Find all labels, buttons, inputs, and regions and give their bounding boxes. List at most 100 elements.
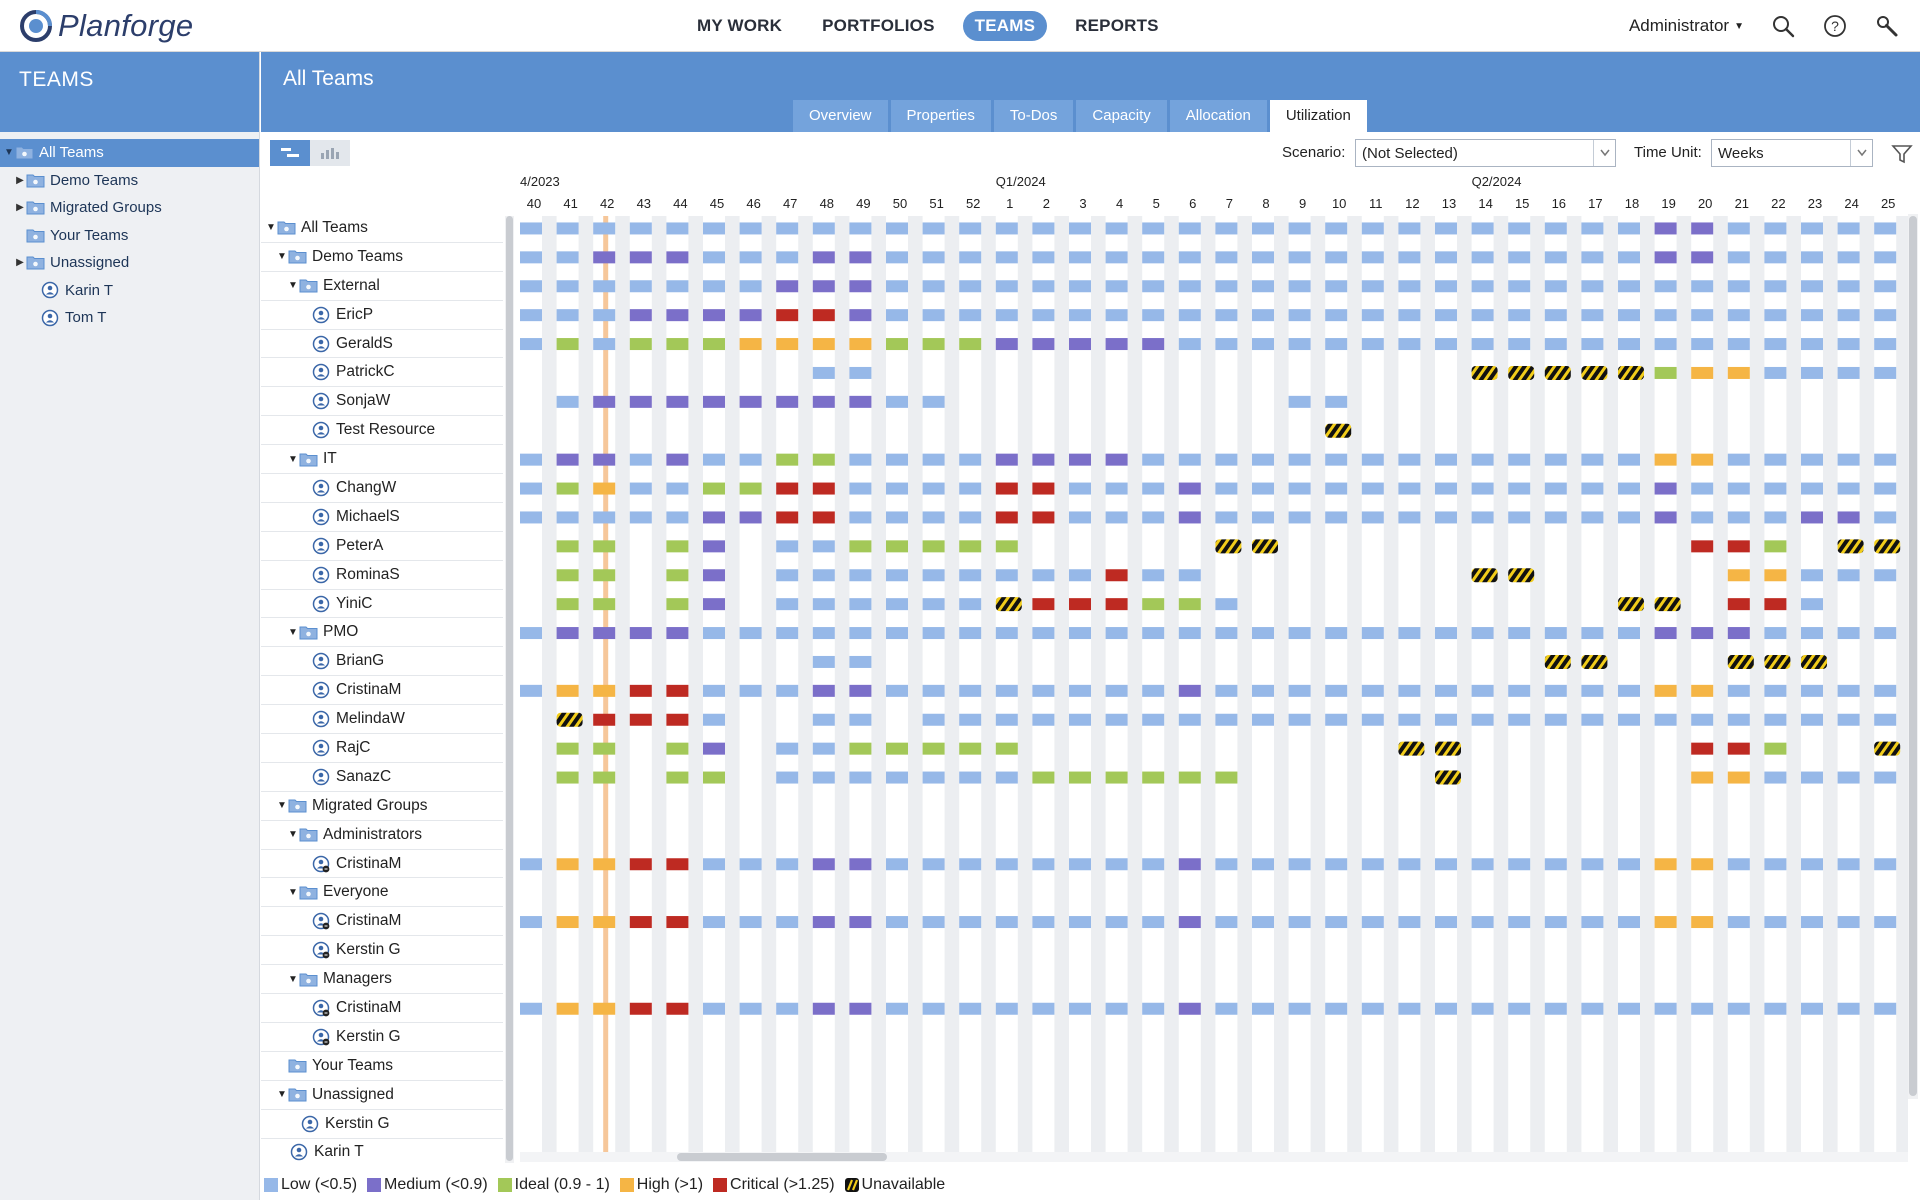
tree-row-briang[interactable]: BrianG xyxy=(261,647,503,677)
tree-row-karin-t[interactable]: Karin T xyxy=(261,1139,503,1165)
tab-overview[interactable]: Overview xyxy=(793,100,888,132)
expand-right-icon[interactable]: ▶ xyxy=(14,257,26,268)
tree-row-patrickc[interactable]: PatrickC xyxy=(261,358,503,388)
wrench-icon[interactable] xyxy=(1874,13,1900,39)
utilization-cell xyxy=(703,771,725,784)
tree-row-rajc[interactable]: RajC xyxy=(261,734,503,763)
sidebar-item-tom-t[interactable]: Tom T xyxy=(0,304,259,332)
tab-utilization[interactable]: Utilization xyxy=(1269,100,1367,132)
tree-row-cristinam[interactable]: CristinaM xyxy=(261,907,503,937)
planforge-logo[interactable]: Planforge xyxy=(18,8,193,44)
nav-portfolios[interactable]: PORTFOLIOS xyxy=(810,11,947,41)
tab-allocation[interactable]: Allocation xyxy=(1169,100,1267,132)
tree-row-it[interactable]: ▼ IT xyxy=(261,445,503,475)
expand-down-icon[interactable]: ▼ xyxy=(287,829,299,840)
expand-down-icon[interactable]: ▼ xyxy=(287,454,299,465)
search-icon[interactable] xyxy=(1770,13,1796,39)
tree-row-yinic[interactable]: YiniC xyxy=(261,590,503,619)
time-unit-select[interactable]: Weeks xyxy=(1711,139,1873,167)
tree-row-unassigned[interactable]: ▼ Unassigned xyxy=(261,1081,503,1110)
tree-row-michaels[interactable]: MichaelS xyxy=(261,503,503,532)
utilization-cell xyxy=(1764,309,1787,322)
expand-down-icon[interactable]: ▼ xyxy=(287,280,299,291)
tab-capacity[interactable]: Capacity xyxy=(1076,100,1167,132)
utilization-cell xyxy=(1727,366,1750,379)
tree-row-kerstin-g[interactable]: Kerstin G xyxy=(261,1110,503,1139)
utilization-cell xyxy=(1764,1002,1787,1015)
expand-down-icon[interactable]: ▼ xyxy=(276,251,288,262)
timeline-vertical-scrollbar-thumb[interactable] xyxy=(1909,216,1917,1096)
person-icon xyxy=(301,1115,319,1132)
sidebar-item-demo-teams[interactable]: ▶ Demo Teams xyxy=(0,167,259,195)
utilization-cell xyxy=(739,1002,762,1015)
tree-scrollbar[interactable] xyxy=(505,216,514,1163)
tree-row-test-resource[interactable]: Test Resource xyxy=(261,416,503,446)
tree-row-kerstin-g[interactable]: Kerstin G xyxy=(261,936,503,966)
utilization-cell xyxy=(1069,453,1091,466)
tree-row-cristinam[interactable]: CristinaM xyxy=(261,676,503,706)
tab-to-dos[interactable]: To-Dos xyxy=(993,100,1074,132)
tree-row-ericp[interactable]: EricP xyxy=(261,301,503,330)
tree-row-petera[interactable]: PeterA xyxy=(261,532,503,561)
utilization-cell xyxy=(1032,627,1055,640)
gantt-view-icon xyxy=(281,148,299,157)
utilization-cell xyxy=(776,569,799,582)
timeline-horizontal-scrollbar[interactable] xyxy=(520,1152,1908,1162)
tree-row-cristinam[interactable]: CristinaM xyxy=(261,850,503,879)
expand-down-icon[interactable]: ▼ xyxy=(276,1089,288,1100)
expand-down-icon[interactable]: ▼ xyxy=(287,627,299,638)
timeline-vertical-scrollbar[interactable] xyxy=(1908,214,1918,1099)
tree-row-pmo[interactable]: ▼ PMO xyxy=(261,618,503,648)
tree-row-migrated-groups[interactable]: ▼ Migrated Groups xyxy=(261,792,503,821)
tree-row-changw[interactable]: ChangW xyxy=(261,474,503,503)
tree-row-demo-teams[interactable]: ▼ Demo Teams xyxy=(261,243,503,272)
expand-down-icon[interactable]: ▼ xyxy=(287,974,299,985)
expand-right-icon[interactable]: ▶ xyxy=(14,175,26,186)
tree-row-administrators[interactable]: ▼ Administrators xyxy=(261,821,503,850)
sidebar-item-all-teams[interactable]: ▼ All Teams xyxy=(0,139,259,167)
nav-my-work[interactable]: MY WORK xyxy=(685,11,794,41)
tab-properties[interactable]: Properties xyxy=(890,100,991,132)
help-icon[interactable]: ? xyxy=(1822,13,1848,39)
tree-row-geralds[interactable]: GeraldS xyxy=(261,330,503,359)
expand-down-icon[interactable]: ▼ xyxy=(276,800,288,811)
sidebar-item-karin-t[interactable]: Karin T xyxy=(0,277,259,305)
week-separator xyxy=(798,216,813,1152)
filter-icon[interactable] xyxy=(1891,143,1913,165)
tree-row-kerstin-g[interactable]: Kerstin G xyxy=(261,1023,503,1052)
expand-down-icon[interactable]: ▼ xyxy=(3,147,15,158)
tree-row-your-teams[interactable]: Your Teams xyxy=(261,1052,503,1081)
tree-row-everyone[interactable]: ▼ Everyone xyxy=(261,878,503,908)
scenario-select[interactable]: (Not Selected) xyxy=(1355,139,1616,167)
tree-scrollbar-thumb[interactable] xyxy=(506,216,513,1161)
utilization-cell xyxy=(1142,222,1165,235)
tree-row-cristinam[interactable]: CristinaM xyxy=(261,994,503,1023)
gantt-view-button[interactable] xyxy=(270,140,310,166)
tree-row-sanazc[interactable]: SanazC xyxy=(261,763,503,792)
nav-reports[interactable]: REPORTS xyxy=(1063,11,1171,41)
sidebar-item-your-teams[interactable]: Your Teams xyxy=(0,222,259,250)
tree-row-external[interactable]: ▼ External xyxy=(261,272,503,301)
tree-row-sonjaw[interactable]: SonjaW xyxy=(261,387,503,417)
nav-teams[interactable]: TEAMS xyxy=(962,11,1048,41)
tree-row-rominas[interactable]: RominaS xyxy=(261,561,503,590)
utilization-cell xyxy=(959,540,982,553)
utilization-cell xyxy=(556,627,579,640)
tree-row-all-teams[interactable]: ▼ All Teams xyxy=(261,214,503,243)
expand-right-icon[interactable]: ▶ xyxy=(14,202,26,213)
sidebar-item-unassigned[interactable]: ▶ Unassigned xyxy=(0,249,259,277)
tree-row-managers[interactable]: ▼ Managers xyxy=(261,965,503,995)
chart-view-button[interactable] xyxy=(310,140,350,166)
expand-down-icon[interactable]: ▼ xyxy=(287,887,299,898)
utilization-cell xyxy=(849,771,872,784)
utilization-cell xyxy=(922,309,945,322)
expand-down-icon[interactable]: ▼ xyxy=(265,222,277,233)
week-label: 20 xyxy=(1698,196,1712,211)
utilization-cell xyxy=(593,771,616,784)
utilization-cell xyxy=(886,222,908,235)
tree-row-melindaw[interactable]: MelindaW xyxy=(261,705,503,735)
user-menu[interactable]: Administrator ▼ xyxy=(1629,16,1744,36)
sidebar-item-migrated-groups[interactable]: ▶ Migrated Groups xyxy=(0,194,259,222)
timeline-horizontal-scrollbar-thumb[interactable] xyxy=(677,1153,887,1161)
utilization-cell xyxy=(1581,482,1604,495)
